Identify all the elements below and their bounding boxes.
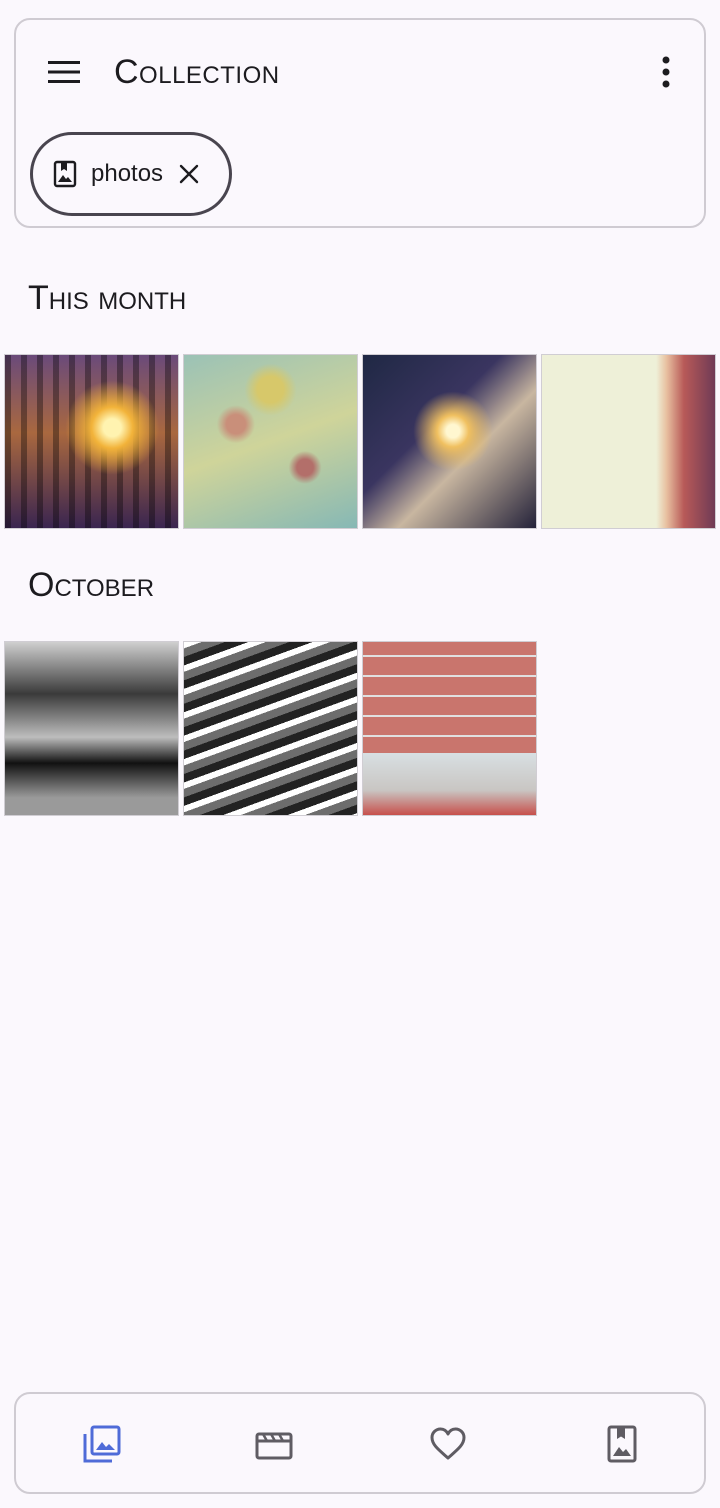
filter-chip-photos[interactable]: photos xyxy=(30,132,232,216)
section-title-october: October xyxy=(28,566,155,604)
photo-thumbnail[interactable] xyxy=(4,641,179,816)
movie-icon xyxy=(255,1432,293,1460)
bookmark-photo-icon xyxy=(53,160,77,188)
photo-thumbnail[interactable] xyxy=(362,354,537,529)
photo-grid-october xyxy=(4,641,537,816)
nav-favorites[interactable] xyxy=(422,1418,474,1470)
nav-photos[interactable] xyxy=(76,1418,128,1470)
photo-thumbnail[interactable] xyxy=(4,354,179,529)
heart-icon xyxy=(430,1427,466,1460)
menu-button[interactable] xyxy=(44,52,84,92)
chip-label: photos xyxy=(91,160,164,187)
page-title: Collection xyxy=(114,53,280,91)
bottom-navigation xyxy=(14,1392,706,1494)
hamburger-menu-icon xyxy=(48,61,80,83)
more-options-button[interactable] xyxy=(646,50,686,94)
close-icon xyxy=(179,164,199,184)
nav-videos[interactable] xyxy=(248,1418,300,1470)
photo-thumbnail[interactable] xyxy=(183,354,358,529)
photo-library-icon xyxy=(83,1425,121,1463)
photo-thumbnail[interactable] xyxy=(362,641,537,816)
top-app-bar: Collection photos xyxy=(14,18,706,228)
nav-collections[interactable] xyxy=(596,1418,648,1470)
photo-grid-this-month xyxy=(4,354,716,529)
photo-thumbnail[interactable] xyxy=(183,641,358,816)
chip-remove-button[interactable] xyxy=(175,160,203,188)
bookmark-photo-icon xyxy=(607,1425,637,1463)
app-screen: Collection photos This month October xyxy=(0,0,720,1508)
photo-thumbnail[interactable] xyxy=(541,354,716,529)
section-title-this-month: This month xyxy=(28,279,187,317)
more-vert-icon xyxy=(662,56,670,88)
